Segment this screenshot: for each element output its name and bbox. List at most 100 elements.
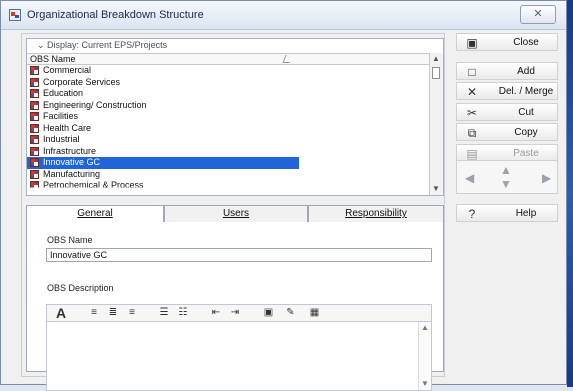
table-row[interactable]: Facilities	[27, 111, 431, 123]
obs-node-icon	[30, 169, 39, 179]
table-row[interactable]: Manufacturing	[27, 169, 431, 181]
obs-node-icon	[30, 89, 39, 98]
table-row[interactable]: Health Care	[27, 123, 431, 135]
table-row[interactable]: Education	[27, 88, 431, 100]
row-label: Manufacturing	[43, 168, 101, 179]
paste-icon: ▤	[466, 147, 478, 161]
obs-name-value: Innovative GC	[50, 250, 108, 260]
obs-name-column-header[interactable]: OBS Name	[27, 53, 431, 65]
obs-node-icon	[30, 135, 39, 144]
obs-node-icon	[30, 100, 39, 110]
indent-icon[interactable]: ⇥	[230, 307, 240, 319]
align-center-icon[interactable]: ≣	[108, 307, 118, 319]
row-label: Engineering/ Construction	[43, 99, 147, 110]
delete-merge-button[interactable]: ✕ Del. / Merge	[456, 82, 558, 100]
help-icon: ?	[468, 207, 476, 221]
close-window-button[interactable]: ✕	[520, 5, 556, 24]
cut-button[interactable]: ✂ Cut	[456, 103, 558, 121]
align-right-icon[interactable]: ≡	[127, 307, 137, 319]
table-row-selected[interactable]: Innovative GC	[27, 157, 299, 169]
list-scrollbar[interactable]: ▲ ▼	[429, 53, 443, 195]
row-label: Education	[43, 88, 84, 98]
row-label: Infrastructure	[43, 145, 97, 156]
scroll-thumb[interactable]	[432, 67, 440, 79]
add-button-label: Add	[517, 66, 535, 77]
obs-list: ⌄ Display: Current EPS/Projects OBS Name…	[26, 38, 444, 196]
obs-rows: Commercial Corporate Services Education …	[27, 65, 431, 195]
scroll-down-icon[interactable]: ▼	[432, 185, 440, 193]
tab-users[interactable]: Users	[164, 205, 308, 222]
description-scrollbar[interactable]: ▲ ▼	[418, 322, 431, 390]
move-right-icon[interactable]: ▶	[542, 171, 551, 185]
obs-node-icon	[30, 112, 39, 121]
font-icon[interactable]: A	[55, 306, 67, 320]
move-down-icon[interactable]: ▼	[500, 177, 512, 191]
cut-icon: ✂	[466, 106, 478, 120]
delete-icon: ✕	[466, 85, 478, 99]
row-label: Corporate Services	[43, 76, 121, 87]
detail-tabs: General Users Responsibility	[26, 205, 444, 223]
row-label: Facilities	[43, 111, 79, 121]
obs-node-icon	[30, 181, 39, 188]
scroll-up-icon[interactable]: ▲	[421, 324, 429, 332]
move-buttons: ◀ ▲ ▼ ▶	[456, 160, 558, 194]
copy-button-label: Copy	[514, 127, 538, 138]
obs-node-icon	[30, 77, 39, 87]
help-button[interactable]: ? Help	[456, 204, 558, 222]
obs-name-label: OBS Name	[47, 235, 93, 245]
bullets-icon[interactable]: ☰	[159, 307, 169, 319]
row-label: Innovative GC	[43, 157, 101, 167]
table-row[interactable]: Industrial	[27, 134, 431, 146]
obs-node-icon	[30, 158, 39, 167]
background-strip	[567, 0, 573, 387]
link-icon[interactable]: ✎	[285, 307, 296, 319]
numbering-icon[interactable]: ☷	[178, 307, 188, 319]
help-button-label: Help	[515, 208, 537, 219]
row-label: Industrial	[43, 134, 80, 144]
title-bar: Organizational Breakdown Structure ✕	[1, 1, 566, 30]
cut-button-label: Cut	[518, 107, 534, 118]
obs-app-icon	[9, 9, 21, 21]
table-row[interactable]: Infrastructure	[27, 146, 431, 158]
scroll-up-icon[interactable]: ▲	[432, 55, 440, 63]
add-icon: □	[468, 65, 476, 79]
left-panel: ⌄ Display: Current EPS/Projects OBS Name…	[21, 33, 445, 391]
row-label: Health Care	[43, 122, 92, 133]
tab-general-label: General	[77, 208, 113, 219]
row-label: Commercial	[43, 65, 92, 75]
image-icon[interactable]: ▣	[263, 307, 274, 319]
tab-responsibility-label: Responsibility	[345, 208, 407, 219]
close-button[interactable]: ▣ Close	[456, 33, 558, 51]
row-label: Petrochemical & Process	[43, 180, 144, 190]
add-button[interactable]: □ Add	[456, 62, 558, 80]
obs-description-label: OBS Description	[47, 283, 114, 293]
tab-responsibility[interactable]: Responsibility	[308, 205, 444, 222]
copy-button[interactable]: ⧉ Copy	[456, 123, 558, 141]
tab-users-label: Users	[222, 208, 250, 219]
table-row[interactable]: Corporate Services	[27, 77, 431, 89]
table-icon[interactable]: ▦	[309, 307, 320, 319]
general-panel: OBS Name Innovative GC OBS Description A…	[26, 222, 444, 391]
obs-name-field[interactable]: Innovative GC	[46, 248, 432, 262]
obs-description-editor[interactable]: ▲ ▼	[46, 321, 432, 391]
table-row[interactable]: Commercial	[27, 65, 431, 77]
tab-general[interactable]: General	[26, 205, 164, 222]
copy-icon: ⧉	[467, 126, 477, 140]
obs-node-icon	[30, 123, 39, 133]
obs-node-icon	[30, 66, 39, 75]
outdent-icon[interactable]: ⇤	[211, 307, 221, 319]
table-row[interactable]: Engineering/ Construction	[27, 100, 431, 112]
align-left-icon[interactable]: ≡	[89, 307, 99, 319]
table-row[interactable]: Petrochemical & Process	[27, 180, 431, 190]
move-up-icon[interactable]: ▲	[500, 163, 512, 177]
filter-label: Display: Current EPS/Projects	[47, 40, 168, 50]
delete-merge-button-label: Del. / Merge	[498, 86, 554, 97]
display-filter[interactable]: ⌄ Display: Current EPS/Projects	[27, 39, 443, 53]
description-toolbar: A ≡ ≣ ≡ ☰ ☷ ⇤ ⇥ ▣ ✎ ▦	[46, 304, 432, 322]
move-left-icon[interactable]: ◀	[465, 171, 474, 185]
chevron-down-icon: ⌄	[37, 40, 48, 50]
window-title: Organizational Breakdown Structure	[27, 9, 204, 21]
command-panel: ▣ Close □ Add ✕ Del. / Merge ✂ Cut ⧉ Copy ▤ Pa…	[456, 33, 558, 377]
sort-icon	[282, 55, 293, 63]
obs-window: Organizational Breakdown Structure ✕ ⌄ D…	[0, 0, 567, 391]
